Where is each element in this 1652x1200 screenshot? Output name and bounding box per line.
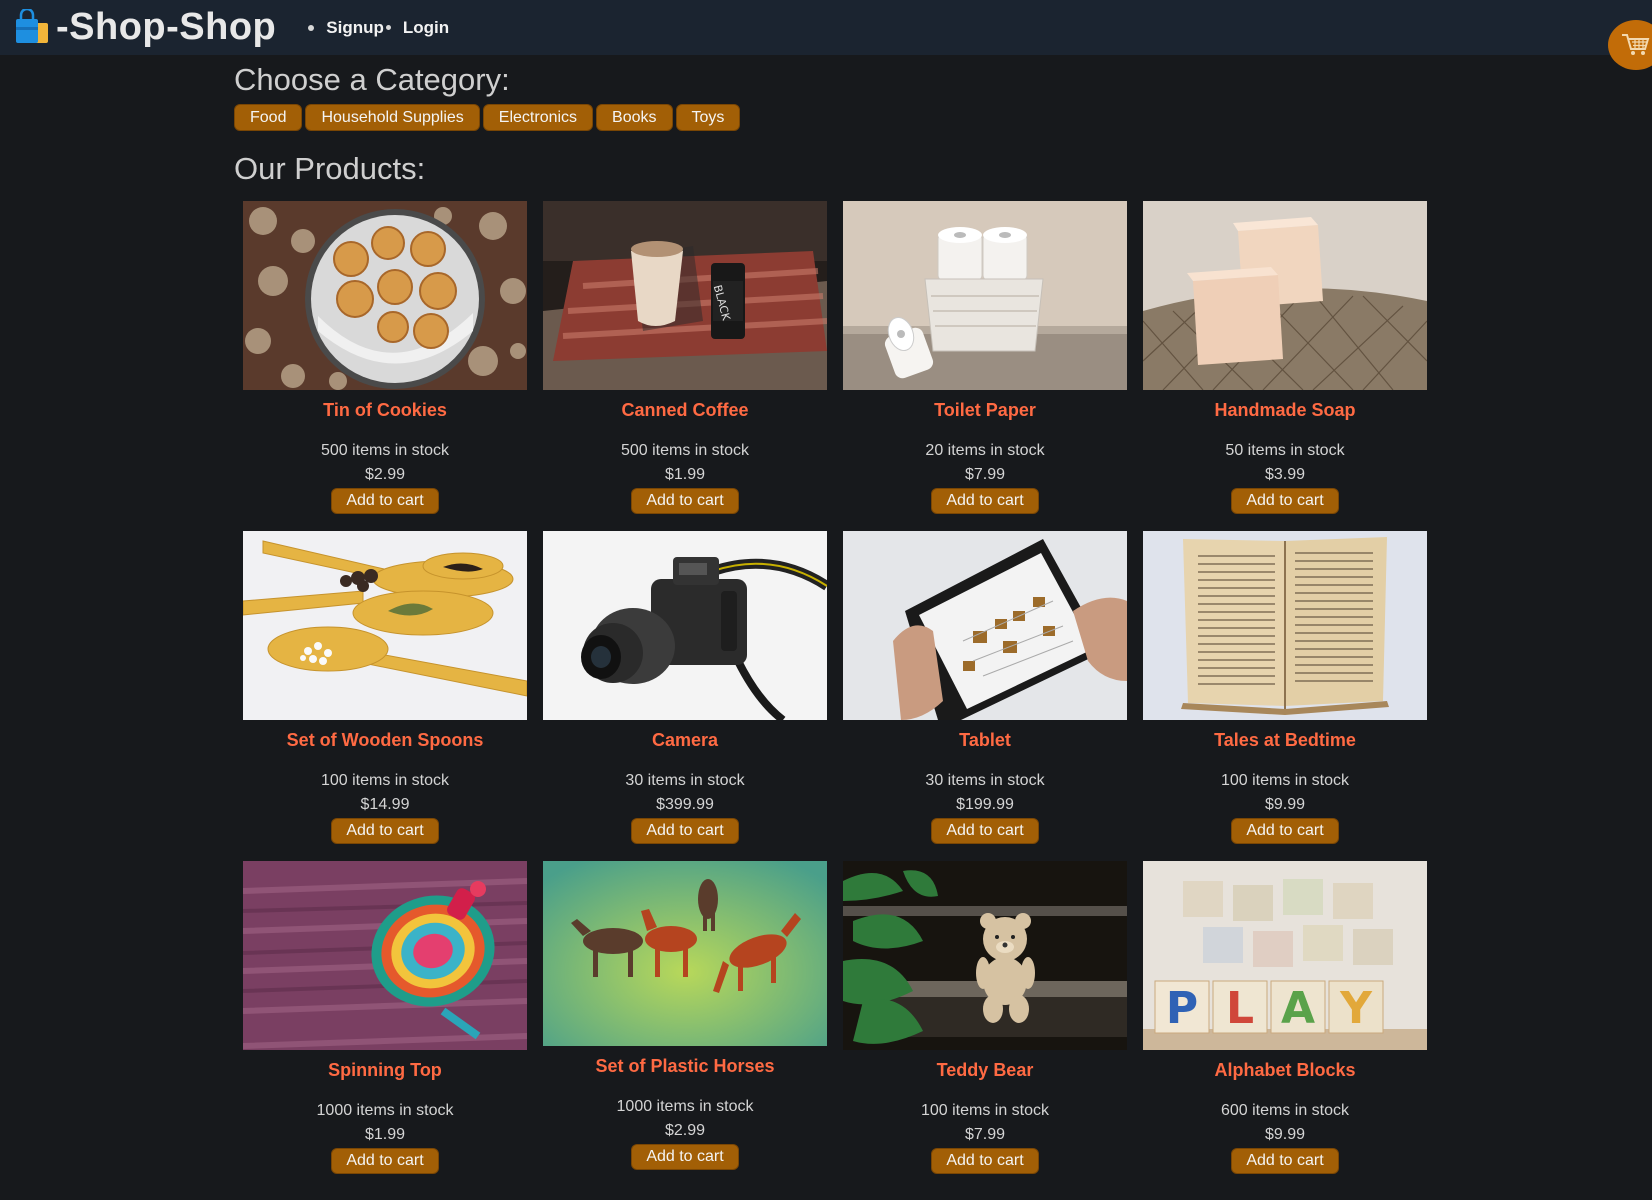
bullet-icon <box>308 24 315 31</box>
product-price: $399.99 <box>656 796 714 813</box>
brand[interactable]: -Shop-Shop <box>14 6 276 49</box>
product-card: Set of Plastic Horses 1000 items in stoc… <box>543 861 827 1191</box>
product-stock: 100 items in stock <box>320 772 450 789</box>
product-card: P L A Y Alphabet Blocks 600 items in sto… <box>1143 861 1427 1191</box>
product-name[interactable]: Spinning Top <box>328 1060 442 1082</box>
add-to-cart-button[interactable]: Add to cart <box>1231 488 1339 514</box>
category-toys-button[interactable]: Toys <box>675 104 741 131</box>
product-stock: 500 items in stock <box>620 442 750 459</box>
product-stock: 1000 items in stock <box>616 1098 754 1115</box>
product-stock: 50 items in stock <box>1225 442 1345 459</box>
product-price: $7.99 <box>964 466 1006 483</box>
add-to-cart-button[interactable]: Add to cart <box>931 1148 1039 1174</box>
nav-login[interactable]: Login <box>384 18 449 38</box>
add-to-cart-button[interactable]: Add to cart <box>331 818 439 844</box>
product-grid: Tin of Cookies 500 items in stock $2.99 … <box>243 201 1427 1191</box>
product-stock: 30 items in stock <box>925 772 1045 789</box>
product-stock: 500 items in stock <box>320 442 450 459</box>
product-price: $2.99 <box>664 1122 706 1139</box>
svg-text:P: P <box>1166 983 1198 1034</box>
product-card: Toilet Paper 20 items in stock $7.99 Add… <box>843 201 1127 531</box>
product-image[interactable] <box>243 531 527 720</box>
product-name[interactable]: Teddy Bear <box>937 1060 1034 1082</box>
product-price: $199.99 <box>956 796 1014 813</box>
product-price: $9.99 <box>1264 796 1306 813</box>
add-to-cart-button[interactable]: Add to cart <box>331 1148 439 1174</box>
product-price: $1.99 <box>664 466 706 483</box>
product-card: BLACK Canned Coffee 500 items in stock $… <box>543 201 827 531</box>
product-name[interactable]: Tin of Cookies <box>323 400 447 422</box>
add-to-cart-button[interactable]: Add to cart <box>1231 818 1339 844</box>
top-navbar: -Shop-Shop Signup Login <box>0 0 1652 70</box>
product-stock: 30 items in stock <box>625 772 745 789</box>
product-image[interactable] <box>1143 531 1427 720</box>
category-electronics-button[interactable]: Electronics <box>482 104 594 131</box>
svg-text:L: L <box>1226 983 1254 1034</box>
product-stock: 20 items in stock <box>925 442 1045 459</box>
product-name[interactable]: Set of Wooden Spoons <box>287 730 484 752</box>
bullet-icon <box>385 25 391 30</box>
add-to-cart-button[interactable]: Add to cart <box>631 488 739 514</box>
product-name[interactable]: Alphabet Blocks <box>1214 1060 1355 1082</box>
add-to-cart-button[interactable]: Add to cart <box>631 818 739 844</box>
category-food-button[interactable]: Food <box>234 104 303 131</box>
nav-signup[interactable]: Signup <box>308 18 384 38</box>
svg-text:Y: Y <box>1339 983 1373 1034</box>
product-card: Spinning Top 1000 items in stock $1.99 A… <box>243 861 527 1191</box>
shopping-bag-icon <box>14 8 52 47</box>
product-price: $2.99 <box>364 466 406 483</box>
product-name[interactable]: Canned Coffee <box>621 400 748 422</box>
add-to-cart-button[interactable]: Add to cart <box>631 1144 739 1170</box>
category-household-button[interactable]: Household Supplies <box>305 104 480 131</box>
product-name[interactable]: Toilet Paper <box>934 400 1036 422</box>
product-price: $3.99 <box>1264 466 1306 483</box>
product-name[interactable]: Camera <box>652 730 718 752</box>
product-image[interactable] <box>243 861 527 1050</box>
product-price: $14.99 <box>360 796 410 813</box>
product-card: Tales at Bedtime 100 items in stock $9.9… <box>1143 531 1427 861</box>
cart-button[interactable] <box>1608 20 1652 70</box>
category-list: Food Household Supplies Electronics Book… <box>234 104 1434 131</box>
product-image[interactable] <box>243 201 527 390</box>
shopping-cart-icon <box>1620 32 1650 58</box>
product-image[interactable] <box>543 531 827 720</box>
product-image[interactable] <box>843 201 1127 390</box>
add-to-cart-button[interactable]: Add to cart <box>931 488 1039 514</box>
svg-text:A: A <box>1281 983 1315 1034</box>
product-card: Tin of Cookies 500 items in stock $2.99 … <box>243 201 527 531</box>
add-to-cart-button[interactable]: Add to cart <box>931 818 1039 844</box>
product-name[interactable]: Tablet <box>959 730 1011 752</box>
brand-title: -Shop-Shop <box>56 6 277 48</box>
product-name[interactable]: Set of Plastic Horses <box>595 1056 774 1078</box>
product-image[interactable] <box>1143 201 1427 390</box>
product-card: Teddy Bear 100 items in stock $7.99 Add … <box>843 861 1127 1191</box>
product-price: $9.99 <box>1264 1126 1306 1143</box>
add-to-cart-button[interactable]: Add to cart <box>331 488 439 514</box>
product-stock: 100 items in stock <box>1220 772 1350 789</box>
products-heading: Our Products: <box>234 151 426 186</box>
product-price: $7.99 <box>964 1126 1006 1143</box>
product-card: Set of Wooden Spoons 100 items in stock … <box>243 531 527 861</box>
product-price: $1.99 <box>364 1126 406 1143</box>
nav-login-label[interactable]: Login <box>403 18 449 38</box>
category-heading: Choose a Category: <box>234 62 510 97</box>
product-image[interactable] <box>543 861 827 1046</box>
product-image[interactable] <box>843 531 1127 720</box>
product-card: Tablet 30 items in stock $199.99 Add to … <box>843 531 1127 861</box>
nav-links: Signup Login <box>308 18 449 38</box>
product-stock: 1000 items in stock <box>316 1102 454 1119</box>
add-to-cart-button[interactable]: Add to cart <box>1231 1148 1339 1174</box>
product-name[interactable]: Tales at Bedtime <box>1214 730 1356 752</box>
product-stock: 100 items in stock <box>920 1102 1050 1119</box>
product-image[interactable]: BLACK <box>543 201 827 390</box>
product-name[interactable]: Handmade Soap <box>1214 400 1355 422</box>
main-content: Choose a Category: Food Household Suppli… <box>234 62 1434 187</box>
category-books-button[interactable]: Books <box>596 104 673 131</box>
nav-signup-label[interactable]: Signup <box>326 18 384 38</box>
product-card: Handmade Soap 50 items in stock $3.99 Ad… <box>1143 201 1427 531</box>
product-stock: 600 items in stock <box>1220 1102 1350 1119</box>
product-image[interactable]: P L A Y <box>1143 861 1427 1050</box>
product-card: Camera 30 items in stock $399.99 Add to … <box>543 531 827 861</box>
product-image[interactable] <box>843 861 1127 1050</box>
